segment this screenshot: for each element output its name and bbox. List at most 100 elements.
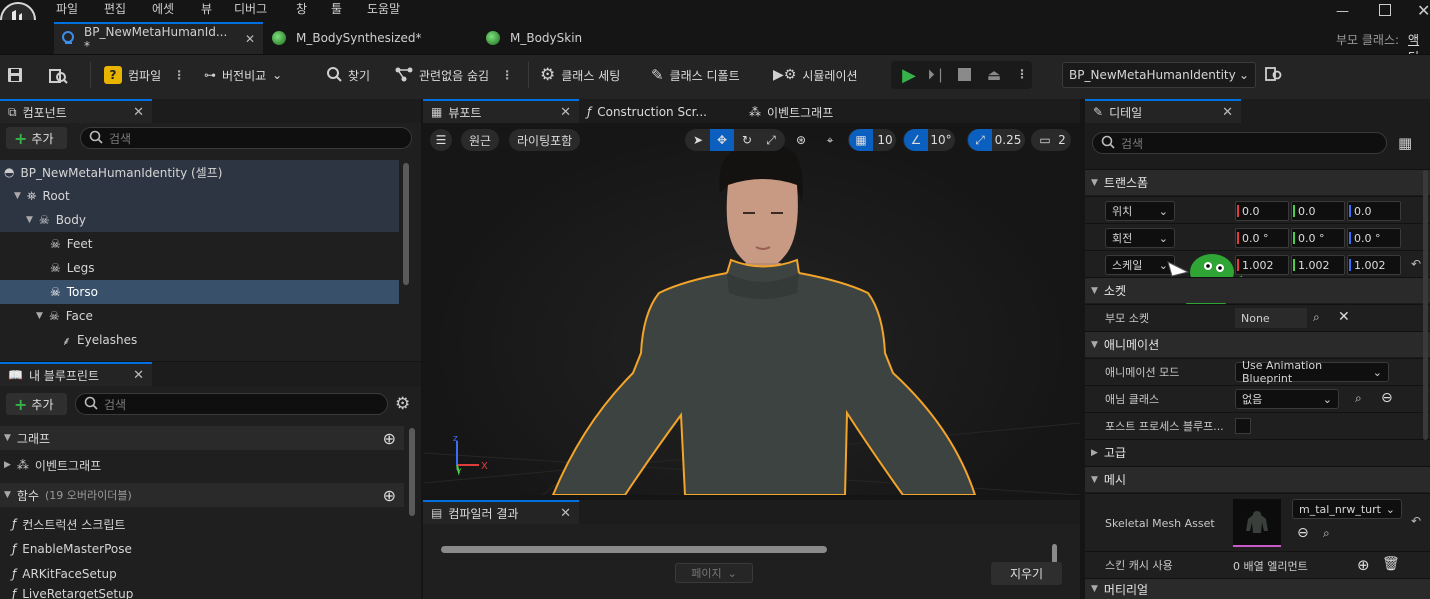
gear-icon[interactable]: ⚙ xyxy=(395,394,410,414)
tab-bp-newmetahumanidentity[interactable]: BP_NewMetaHumanId... * ✕ xyxy=(54,22,263,54)
compile-button[interactable]: ? 컴파일 ⋮ xyxy=(104,62,185,88)
function-item[interactable]: ƒ 컨스트럭션 스크립트 xyxy=(0,512,404,536)
transform-section[interactable]: ▼ 트랜스폼 xyxy=(1085,169,1430,195)
rotation-x-field[interactable]: 0.0 ° xyxy=(1235,228,1289,248)
class-defaults-button[interactable]: ✎ 클래스 디폴트 xyxy=(651,62,740,88)
debug-object-select[interactable]: BP_NewMetaHumanIdentity ⌄ xyxy=(1062,62,1256,88)
mesh-thumbnail[interactable] xyxy=(1233,499,1281,547)
scale-y-field[interactable]: 1.002 xyxy=(1291,255,1345,275)
rotation-snap-value[interactable]: 10° xyxy=(929,129,953,151)
menu-file[interactable]: 파일 xyxy=(56,0,78,17)
post-process-checkbox[interactable] xyxy=(1235,418,1251,434)
hide-unrelated-options-icon[interactable]: ⋮ xyxy=(501,68,513,82)
browse-socket-icon[interactable]: ⌕ xyxy=(1313,310,1320,325)
scale-snap-icon[interactable]: ⤢ xyxy=(968,129,992,151)
component-eyelashes[interactable]: ⸙ Eyelashes xyxy=(0,328,399,352)
browse-mesh-icon[interactable]: ⌕ xyxy=(1323,526,1330,541)
delete-all-icon[interactable]: 🗑 xyxy=(1382,556,1400,572)
world-space-icon[interactable]: ⊛ xyxy=(790,129,812,151)
rotate-icon[interactable]: ↻ xyxy=(736,129,758,151)
browse-debug-object-icon[interactable] xyxy=(1265,66,1283,85)
close-panel-icon[interactable]: ✕ xyxy=(133,105,144,120)
viewport-menu-icon[interactable]: ☰ xyxy=(430,129,452,151)
components-scrollbar[interactable] xyxy=(403,163,409,285)
close-tab-icon[interactable]: ✕ xyxy=(245,32,255,46)
location-y-field[interactable]: 0.0 xyxy=(1291,201,1345,221)
camera-icon[interactable]: ▭ xyxy=(1035,129,1055,151)
animation-section[interactable]: ▼ 애니메이션 xyxy=(1085,331,1430,357)
component-face[interactable]: ▼ ☠ Face xyxy=(0,304,399,328)
compiler-horizontal-scrollbar[interactable] xyxy=(441,546,827,553)
tab-compiler-results[interactable]: ▤ 컴파일러 결과 ✕ xyxy=(423,500,579,524)
tab-details[interactable]: ✎ 디테일 ✕ xyxy=(1085,99,1241,123)
surface-snap-icon[interactable]: ⌖ xyxy=(818,129,842,151)
select-icon[interactable]: ➤ xyxy=(688,129,708,151)
function-item[interactable]: ƒ LiveRetargetSetup xyxy=(0,587,404,599)
menu-help[interactable]: 도움말 xyxy=(367,0,400,17)
my-blueprint-scrollbar[interactable] xyxy=(409,428,415,516)
clear-button[interactable]: 지우기 xyxy=(991,562,1062,585)
close-tab-icon[interactable]: ✕ xyxy=(560,105,571,120)
maximize-icon[interactable] xyxy=(1379,4,1391,16)
location-z-field[interactable]: 0.0 xyxy=(1347,201,1401,221)
scale-icon[interactable]: ⤢ xyxy=(760,129,782,151)
tab-construction-script[interactable]: ƒ Construction Scr... xyxy=(579,99,741,123)
rotation-snap-icon[interactable]: ∠ xyxy=(904,129,928,151)
tab-m-bodysynthesized[interactable]: M_BodySynthesized* xyxy=(272,22,422,54)
component-root[interactable]: ▼ ⛯ Root xyxy=(0,184,399,208)
play-icon[interactable]: ▶ xyxy=(898,64,920,86)
menu-window[interactable]: 창 xyxy=(296,0,307,17)
play-options-icon[interactable]: ⋮ xyxy=(1016,67,1028,81)
sockets-section[interactable]: ▼ 소켓 xyxy=(1085,277,1430,303)
parent-socket-field[interactable]: None xyxy=(1235,308,1307,328)
menu-tools[interactable]: 툴 xyxy=(331,0,342,17)
camera-speed-value[interactable]: 2 xyxy=(1055,129,1069,151)
reset-to-default-icon[interactable]: ↶ xyxy=(1411,514,1421,528)
mesh-section[interactable]: ▼ 메시 xyxy=(1085,466,1430,492)
compile-options-icon[interactable]: ⋮ xyxy=(173,68,185,82)
details-search-input[interactable]: 검색 xyxy=(1092,132,1387,154)
save-button[interactable] xyxy=(6,62,24,88)
reset-to-default-icon[interactable]: ↶ xyxy=(1411,257,1421,271)
components-search-input[interactable]: 검색 xyxy=(80,127,412,149)
tab-m-bodyskin[interactable]: M_BodySkin xyxy=(486,22,582,54)
component-body[interactable]: ▼ ☠ Body xyxy=(0,208,399,232)
add-circle-icon[interactable]: ⊕ xyxy=(383,429,396,448)
my-blueprint-search-input[interactable]: 검색 xyxy=(75,393,388,415)
component-torso[interactable]: ☠ Torso xyxy=(0,280,399,304)
tab-my-blueprint[interactable]: 📖 내 블루프린트 ✕ xyxy=(0,362,152,386)
lit-mode-button[interactable]: 라이팅포함 xyxy=(509,129,581,151)
animation-mode-select[interactable]: Use Animation Blueprint ⌄ xyxy=(1235,359,1389,385)
add-component-button[interactable]: + 추가 xyxy=(6,127,67,149)
minimize-icon[interactable]: — xyxy=(1336,4,1349,19)
add-blueprint-item-button[interactable]: + 추가 xyxy=(6,393,67,415)
close-window-icon[interactable]: ✕ xyxy=(1417,1,1430,20)
location-x-field[interactable]: 0.0 xyxy=(1235,201,1289,221)
graphs-section[interactable]: ▼ 그래프 ⊕ xyxy=(0,426,404,450)
close-panel-icon[interactable]: ✕ xyxy=(1222,105,1233,120)
translate-icon[interactable]: ✥ xyxy=(710,129,734,151)
menu-view[interactable]: 뷰 xyxy=(201,0,212,17)
use-selected-icon[interactable]: ⊖ xyxy=(1381,390,1393,406)
hide-unrelated-button[interactable]: 관련없음 숨김 ⋮ xyxy=(395,62,513,88)
component-self[interactable]: ◓ BP_NewMetaHumanIdentity (셀프) xyxy=(0,160,399,184)
details-scrollbar[interactable] xyxy=(1423,170,1428,440)
class-settings-button[interactable]: ⚙ 클래스 세팅 xyxy=(540,62,620,88)
clear-socket-icon[interactable]: ✕ xyxy=(1338,309,1350,325)
use-selected-icon[interactable]: ⊖ xyxy=(1297,525,1309,541)
function-item[interactable]: ƒ EnableMasterPose xyxy=(0,537,404,561)
function-item[interactable]: ƒ ARKitFaceSetup xyxy=(0,562,404,586)
functions-section[interactable]: ▼ 함수 (19 오버라이더블) ⊕ xyxy=(0,483,404,507)
tab-viewport[interactable]: ▦ 뷰포트 ✕ xyxy=(423,99,579,123)
property-matrix-icon[interactable]: ▦ xyxy=(1398,134,1412,152)
tab-components[interactable]: ⧉ 컴포넌트 ✕ xyxy=(0,99,152,123)
component-feet[interactable]: ☠ Feet xyxy=(0,232,399,256)
viewport[interactable]: z X Y xyxy=(423,123,1080,495)
grid-snap-icon[interactable]: ▦ xyxy=(849,129,873,151)
find-button[interactable]: 찾기 xyxy=(326,62,370,88)
rotation-mode-select[interactable]: 회전 ⌄ xyxy=(1105,228,1175,248)
add-element-icon[interactable]: ⊕ xyxy=(1357,556,1370,574)
browse-button[interactable] xyxy=(48,62,68,88)
add-circle-icon[interactable]: ⊕ xyxy=(383,486,396,505)
perspective-button[interactable]: 원근 xyxy=(461,129,500,151)
